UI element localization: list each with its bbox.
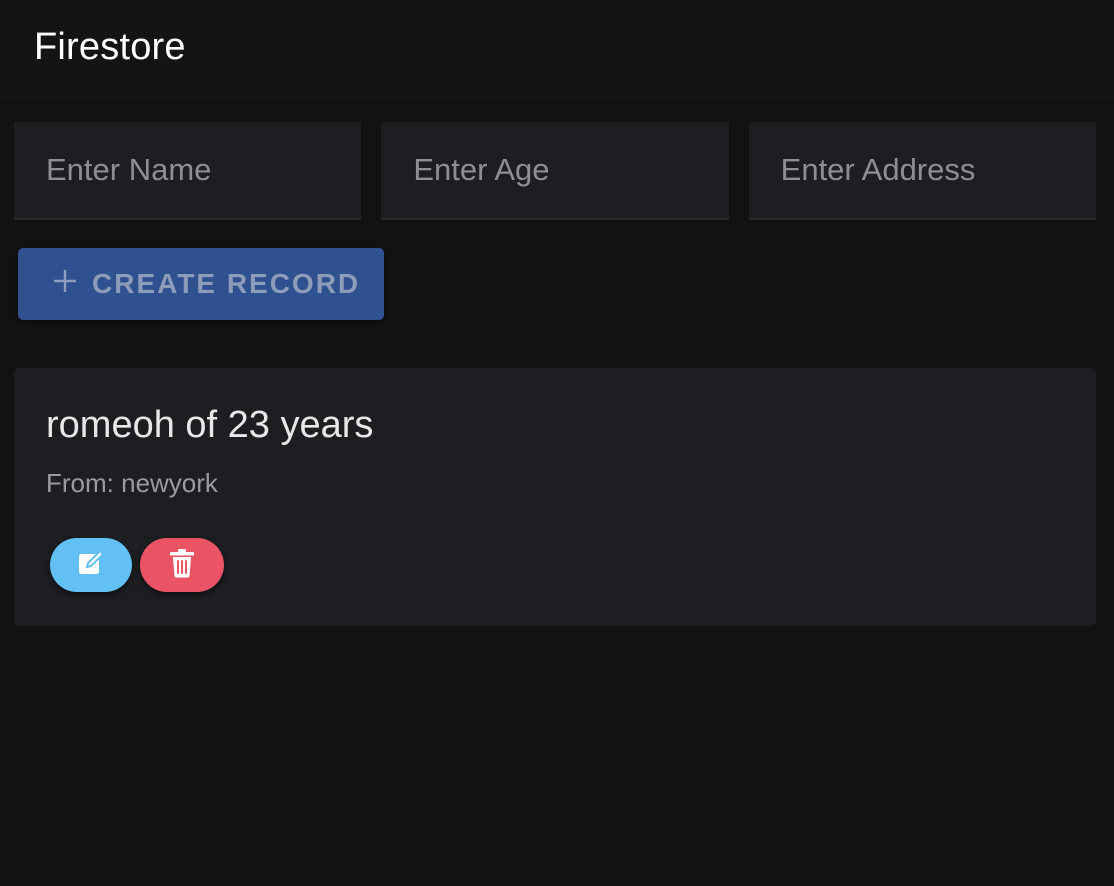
edit-icon bbox=[76, 548, 106, 583]
delete-record-button[interactable] bbox=[140, 538, 224, 592]
age-input[interactable] bbox=[381, 122, 729, 218]
record-form bbox=[14, 122, 1096, 220]
app-header: Firestore bbox=[0, 0, 1114, 100]
edit-record-button[interactable] bbox=[50, 538, 132, 592]
address-input[interactable] bbox=[748, 122, 1096, 218]
create-record-button[interactable]: CREATE RECORD bbox=[18, 248, 384, 320]
plus-icon bbox=[52, 263, 78, 301]
name-input[interactable] bbox=[14, 122, 362, 218]
address-field-container bbox=[748, 122, 1096, 220]
page-title: Firestore bbox=[34, 26, 186, 68]
record-subtitle: From: newyork bbox=[46, 468, 218, 498]
record-card: romeoh of 23 years From: newyork bbox=[14, 368, 1096, 626]
record-title: romeoh of 23 years bbox=[46, 404, 374, 446]
create-record-label: CREATE RECORD bbox=[92, 268, 361, 299]
name-field-container bbox=[14, 122, 362, 220]
trash-icon bbox=[168, 547, 196, 584]
age-field-container bbox=[381, 122, 729, 220]
